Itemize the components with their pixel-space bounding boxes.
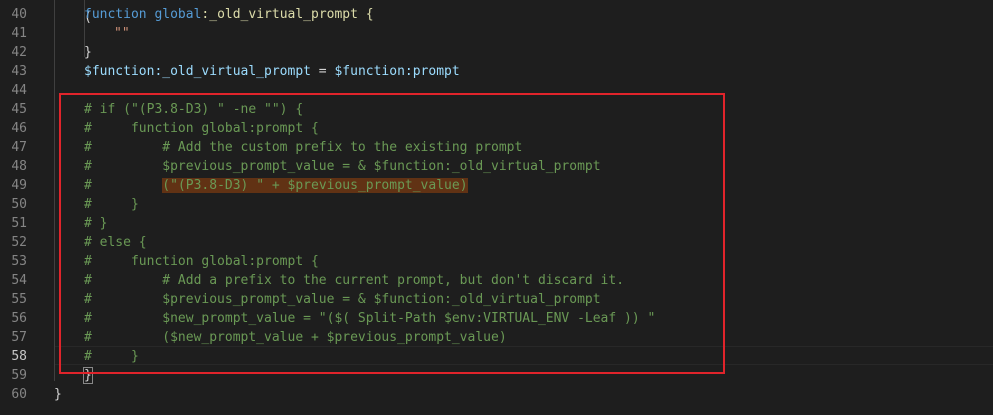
code-line[interactable]: 43 $function:_old_virtual_prompt = $funct… [0, 62, 993, 81]
line-number: 41 [11, 26, 27, 41]
line-number: 57 [11, 330, 27, 345]
line-number: 51 [11, 216, 27, 231]
code-token: = [310, 64, 335, 79]
line-number: 52 [11, 235, 27, 250]
code-token: } [84, 45, 92, 60]
line-number: 47 [11, 140, 27, 155]
line-number: 53 [11, 254, 27, 269]
code-line[interactable]: 41 "" [0, 24, 993, 43]
line-number: 46 [11, 121, 27, 136]
line-number: 59 [11, 368, 27, 383]
line-number: 40 [11, 7, 27, 22]
line-number: 56 [11, 311, 27, 326]
line-number: 43 [11, 64, 27, 79]
line-number: 48 [11, 159, 27, 174]
code-line[interactable]: 42} [0, 43, 993, 62]
line-number: 50 [11, 197, 27, 212]
code-token: $function:_old_virtual_prompt [84, 64, 311, 79]
line-number: 44 [11, 83, 27, 98]
line-number: 54 [11, 273, 27, 288]
line-number: 45 [11, 102, 27, 117]
line-number: 42 [11, 45, 27, 60]
line-code: } [54, 385, 62, 404]
line-code: $function:_old_virtual_prompt = $functio… [84, 62, 460, 81]
line-number: 60 [11, 387, 27, 402]
code-line[interactable]: 60} [0, 385, 993, 404]
line-code: } [84, 43, 92, 62]
code-line[interactable]: 40 function global:_old_virtual_prompt { [0, 5, 993, 24]
code-token: function [84, 7, 147, 22]
code-token: "" [114, 26, 130, 41]
line-number: 58 [11, 349, 27, 364]
line-code: "" [114, 24, 130, 43]
line-number: 55 [11, 292, 27, 307]
code-token: $function:prompt [334, 64, 460, 79]
line-code: function global:_old_virtual_prompt { [84, 5, 374, 24]
line-number: 49 [11, 178, 27, 193]
code-token: } [54, 387, 62, 402]
code-editor[interactable]: ( 40 function global:_old_virtual_prompt … [0, 0, 993, 415]
red-annotation-box [59, 93, 725, 374]
code-token: global [154, 7, 202, 22]
code-token: :_old_virtual_prompt { [201, 7, 374, 22]
